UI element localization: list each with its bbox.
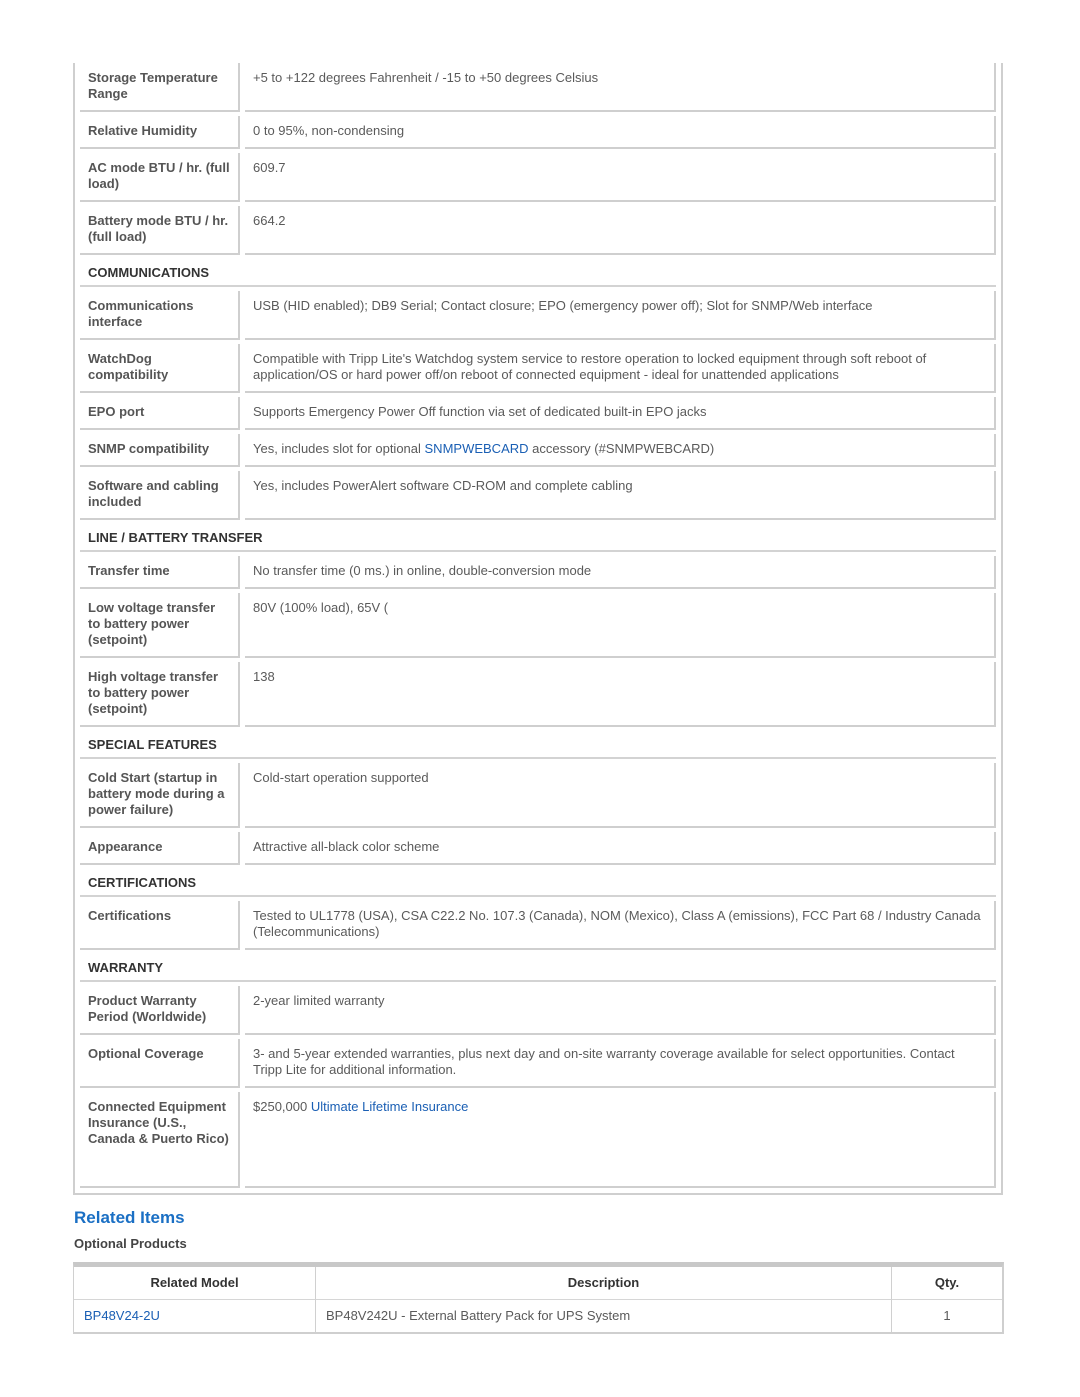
spec-row-certifications: Certifications Tested to UL1778 (USA), C… [80,901,996,950]
spec-label: SNMP compatibility [80,434,240,467]
spec-value: 0 to 95%, non-condensing [245,116,996,149]
spec-label: AC mode BTU / hr. (full load) [80,153,240,202]
spec-value: Cold-start operation supported [245,763,996,828]
ultimate-lifetime-insurance-link[interactable]: Ultimate Lifetime Insurance [311,1099,469,1114]
column-header-related-model: Related Model [74,1267,316,1300]
model-cell: BP48V24-2U [74,1300,316,1332]
spec-row-low-voltage-transfer: Low voltage transfer to battery power (s… [80,593,996,658]
qty-cell: 1 [943,1308,951,1323]
spec-label: Cold Start (startup in battery mode duri… [80,763,240,828]
spec-label: EPO port [80,397,240,430]
column-header-description: Description [316,1267,892,1300]
spec-label: WatchDog compatibility [80,344,240,393]
related-products-table: Related Model Description Qty. BP48V24-2… [73,1262,1004,1334]
snmpwebcard-link[interactable]: SNMPWEBCARD [425,441,529,456]
spec-label: Software and cabling included [80,471,240,520]
table-row: BP48V24-2U BP48V242U - External Battery … [74,1300,1002,1332]
spec-row-cold-start: Cold Start (startup in battery mode duri… [80,763,996,828]
spec-label: Optional Coverage [80,1039,240,1088]
spec-row-product-warranty: Product Warranty Period (Worldwide) 2-ye… [80,986,996,1035]
spec-label: Low voltage transfer to battery power (s… [80,593,240,658]
spec-value: 138 [245,662,996,727]
optional-products-heading: Optional Products [74,1236,187,1251]
spec-value: 2-year limited warranty [245,986,996,1035]
spec-value: +5 to +122 degrees Fahrenheit / -15 to +… [245,63,996,112]
spec-row-communications-interface: Communications interface USB (HID enable… [80,291,996,340]
spec-value-text: Yes, includes slot for optional [253,441,425,456]
spec-row-watchdog: WatchDog compatibility Compatible with T… [80,344,996,393]
spec-value: $250,000 Ultimate Lifetime Insurance [245,1092,996,1188]
section-header-special-features: SPECIAL FEATURES [80,731,996,759]
spec-value: Attractive all-black color scheme [245,832,996,865]
spec-value-text: $250,000 [253,1099,311,1114]
spec-row-high-voltage-transfer: High voltage transfer to battery power (… [80,662,996,727]
related-items-heading: Related Items [74,1208,185,1227]
spec-value: 664.2 [245,206,996,255]
section-header-warranty: WARRANTY [80,954,996,982]
spec-label: Connected Equipment Insurance (U.S., Can… [80,1092,240,1188]
spec-value: Yes, includes PowerAlert software CD-ROM… [245,471,996,520]
spec-row-transfer-time: Transfer time No transfer time (0 ms.) i… [80,556,996,589]
spec-row-software-cabling: Software and cabling included Yes, inclu… [80,471,996,520]
specifications-table: Storage Temperature Range +5 to +122 deg… [73,63,1003,1195]
spec-value: 609.7 [245,153,996,202]
spec-value: 80V (100% load), 65V ( [245,593,996,658]
spec-label: Communications interface [80,291,240,340]
spec-label: Storage Temperature Range [80,63,240,112]
spec-label: Relative Humidity [80,116,240,149]
description-cell: BP48V242U - External Battery Pack for UP… [316,1300,892,1332]
spec-row-appearance: Appearance Attractive all-black color sc… [80,832,996,865]
spec-label: Transfer time [80,556,240,589]
spec-row-connected-equipment-insurance: Connected Equipment Insurance (U.S., Can… [80,1092,996,1188]
spec-value-text: accessory (#SNMPWEBCARD) [528,441,715,456]
spec-value: Supports Emergency Power Off function vi… [245,397,996,430]
spec-label: Appearance [80,832,240,865]
section-header-communications: COMMUNICATIONS [80,259,996,287]
spec-value: 3- and 5-year extended warranties, plus … [245,1039,996,1088]
spec-value: Tested to UL1778 (USA), CSA C22.2 No. 10… [245,901,996,950]
spec-row-ac-mode-btu: AC mode BTU / hr. (full load) 609.7 [80,153,996,202]
model-link[interactable]: BP48V24-2U [84,1308,160,1323]
table-header-row: Related Model Description Qty. [74,1267,1002,1300]
spec-label: Battery mode BTU / hr. (full load) [80,206,240,255]
spec-label: Product Warranty Period (Worldwide) [80,986,240,1035]
spec-row-battery-mode-btu: Battery mode BTU / hr. (full load) 664.2 [80,206,996,255]
spec-label: High voltage transfer to battery power (… [80,662,240,727]
spec-row-storage-temperature: Storage Temperature Range +5 to +122 deg… [80,63,996,112]
section-header-line-battery-transfer: LINE / BATTERY TRANSFER [80,524,996,552]
spec-value: USB (HID enabled); DB9 Serial; Contact c… [245,291,996,340]
spec-value: No transfer time (0 ms.) in online, doub… [245,556,996,589]
spec-label: Certifications [80,901,240,950]
spec-row-epo-port: EPO port Supports Emergency Power Off fu… [80,397,996,430]
column-header-qty: Qty. [892,1267,1002,1300]
spec-row-optional-coverage: Optional Coverage 3- and 5-year extended… [80,1039,996,1088]
spec-row-snmp: SNMP compatibility Yes, includes slot fo… [80,434,996,467]
spec-value: Yes, includes slot for optional SNMPWEBC… [245,434,996,467]
spec-value: Compatible with Tripp Lite's Watchdog sy… [245,344,996,393]
section-header-certifications: CERTIFICATIONS [80,869,996,897]
spec-row-relative-humidity: Relative Humidity 0 to 95%, non-condensi… [80,116,996,149]
